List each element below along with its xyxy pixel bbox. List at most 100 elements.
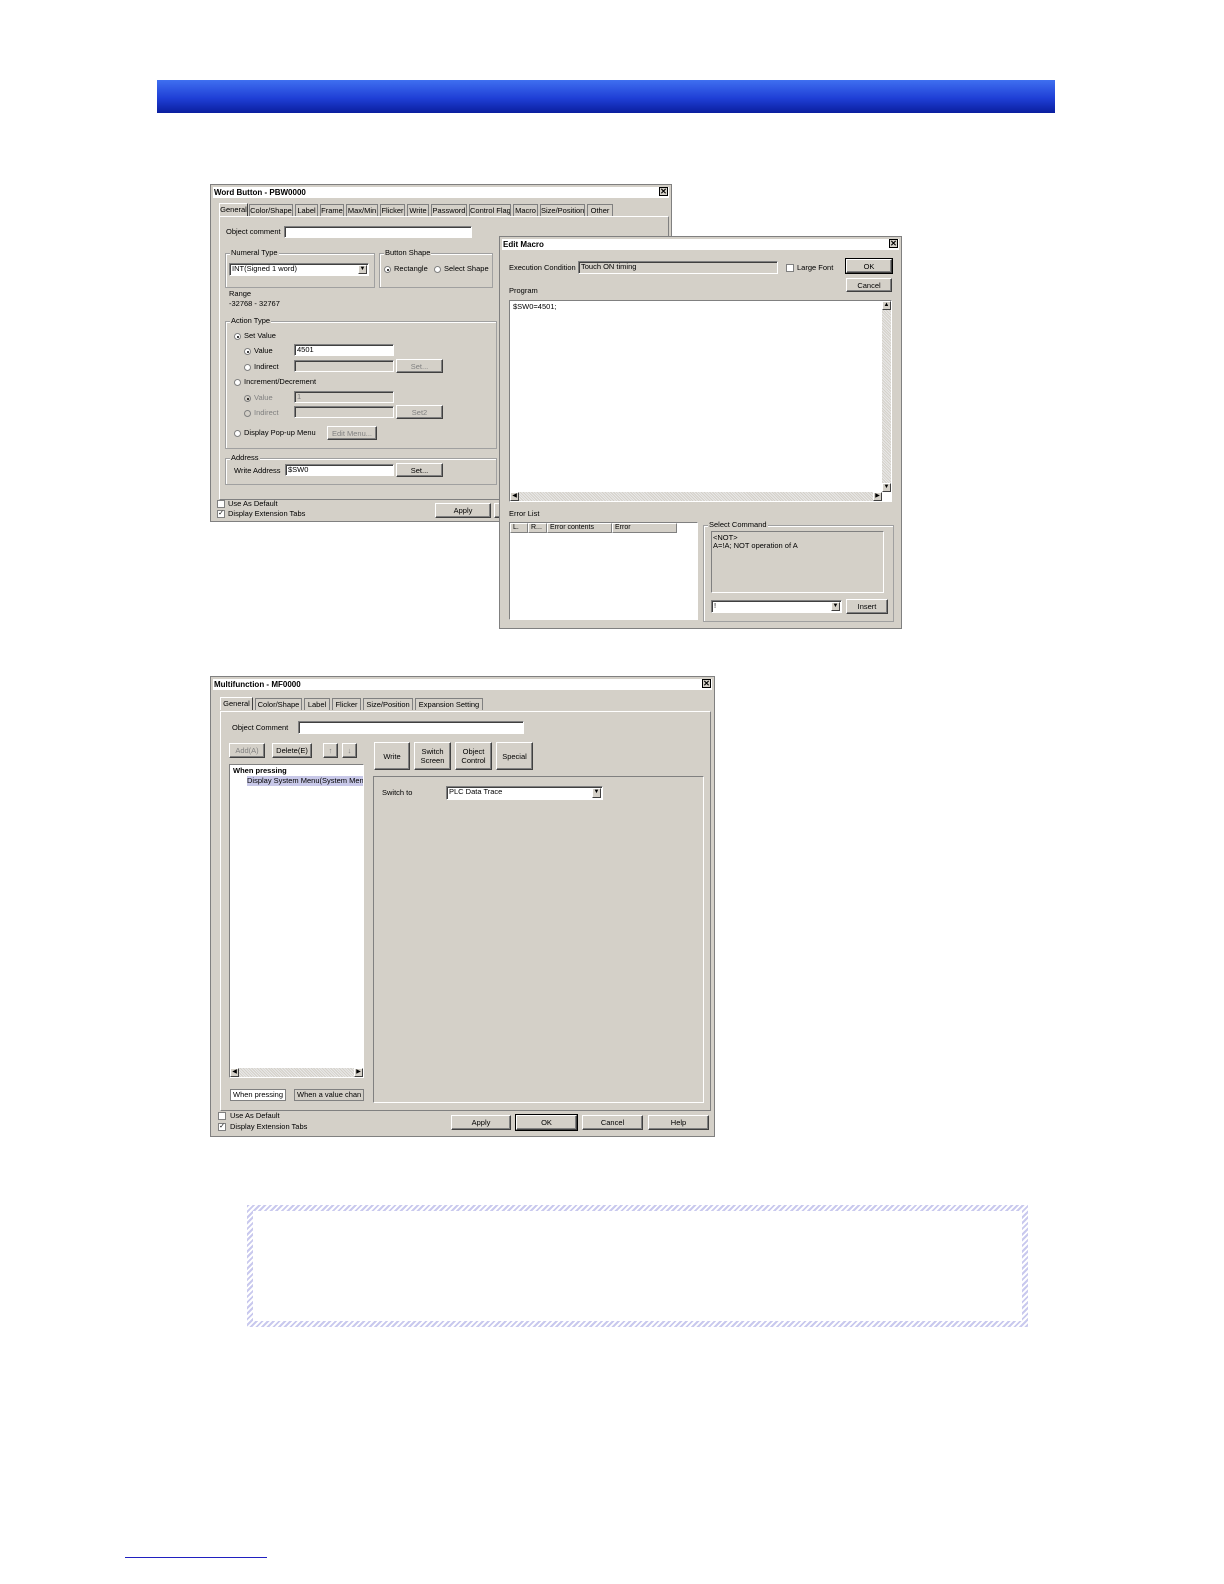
value2-radio[interactable] — [244, 395, 251, 402]
apply-button[interactable]: Apply — [451, 1115, 511, 1130]
exec-cond-label: Execution Condition — [509, 263, 576, 272]
tab-flicker[interactable]: Flicker — [380, 204, 405, 216]
close-icon[interactable]: ✕ — [889, 239, 898, 248]
set2-button[interactable]: Set2 — [396, 405, 443, 419]
object-comment-input[interactable] — [298, 721, 524, 734]
ok-button[interactable]: OK — [845, 258, 893, 274]
bottom-tab-when-value-changes[interactable]: When a value chan — [294, 1089, 364, 1101]
error-list[interactable]: L. R... Error contents Error — [509, 522, 698, 620]
program-vscroll[interactable]: ▲ ▼ — [882, 301, 891, 492]
error-col-line[interactable]: L. — [510, 523, 528, 533]
tab-frame[interactable]: Frame — [320, 204, 344, 216]
note-box-content — [253, 1211, 1022, 1321]
tab-label[interactable]: Label — [295, 204, 318, 216]
switch-to-label: Switch to — [382, 788, 413, 797]
shape-select-radio[interactable] — [434, 266, 441, 273]
switch-screen-button[interactable]: Switch Screen — [414, 742, 451, 770]
object-control-button[interactable]: Object Control — [455, 742, 492, 770]
move-down-button[interactable]: ↓ — [342, 743, 357, 758]
tab-password[interactable]: Password — [431, 204, 467, 216]
chevron-down-icon[interactable]: ▼ — [592, 788, 601, 798]
tab-general[interactable]: General — [219, 203, 248, 216]
tab-size-position[interactable]: Size/Position — [363, 698, 413, 710]
tab-general[interactable]: General — [220, 697, 253, 710]
tab-size-position[interactable]: Size/Position — [540, 204, 585, 216]
indirect2-input[interactable] — [294, 406, 394, 418]
tab-label[interactable]: Label — [304, 698, 330, 710]
use-as-default-checkbox[interactable] — [217, 500, 225, 508]
tab-other[interactable]: Other — [587, 204, 613, 216]
bottom-tab-when-pressing[interactable]: When pressing — [230, 1089, 287, 1101]
scroll-left-icon[interactable]: ◀ — [510, 492, 519, 501]
value-radio[interactable] — [244, 348, 251, 355]
move-up-button[interactable]: ↑ — [323, 743, 338, 758]
shape-rectangle-label: Rectangle — [394, 264, 428, 273]
tab-macro[interactable]: Macro — [513, 204, 538, 216]
indirect-radio[interactable] — [244, 364, 251, 371]
set-value-label: Set Value — [244, 331, 276, 340]
scroll-right-icon[interactable]: ▶ — [873, 492, 882, 501]
object-comment-input[interactable] — [284, 226, 472, 238]
value-input[interactable]: 4501 — [294, 344, 394, 356]
help-button[interactable]: Help — [648, 1115, 709, 1130]
display-popup-label: Display Pop-up Menu — [244, 428, 316, 437]
ok-button[interactable]: OK — [515, 1114, 578, 1131]
action-tree[interactable]: When pressing Display System Menu(System… — [229, 764, 364, 1078]
error-col-error[interactable]: Error — [612, 523, 677, 533]
scroll-right-icon[interactable]: ▶ — [354, 1068, 363, 1077]
indirect-set-button[interactable]: Set... — [396, 359, 443, 373]
indirect-label: Indirect — [254, 362, 279, 371]
scroll-left-icon[interactable]: ◀ — [230, 1068, 239, 1077]
shape-rectangle-radio[interactable] — [384, 266, 391, 273]
scroll-up-icon[interactable]: ▲ — [882, 301, 891, 310]
dialog-title: Edit Macro ✕ — [502, 239, 899, 250]
special-button[interactable]: Special — [496, 742, 533, 770]
command-select[interactable]: ! ▼ — [711, 600, 842, 613]
program-hscroll[interactable]: ◀ ▶ — [510, 492, 882, 501]
edit-menu-button[interactable]: Edit Menu... — [327, 426, 377, 440]
add-button[interactable]: Add(A) — [229, 743, 265, 758]
display-ext-tabs-label: Display Extension Tabs — [230, 1122, 308, 1131]
write-address-set-button[interactable]: Set... — [396, 463, 443, 477]
cancel-button[interactable]: Cancel — [582, 1115, 643, 1130]
chevron-down-icon[interactable]: ▼ — [358, 265, 367, 274]
display-ext-tabs-checkbox[interactable]: ✓ — [218, 1123, 226, 1131]
section-header-bar — [157, 80, 1055, 113]
tab-write[interactable]: Write — [407, 204, 429, 216]
display-ext-tabs-checkbox[interactable]: ✓ — [217, 510, 225, 518]
scroll-down-icon[interactable]: ▼ — [882, 483, 891, 492]
program-editor[interactable]: $SW0=4501; ▲ ▼ ◀ ▶ — [509, 300, 892, 502]
apply-button[interactable]: Apply — [435, 503, 491, 518]
tree-child[interactable]: Display System Menu(System Menu — [247, 776, 363, 786]
write-button[interactable]: Write — [374, 742, 410, 770]
indirect-input[interactable] — [294, 360, 394, 372]
insert-button[interactable]: Insert — [846, 599, 888, 614]
switch-to-select[interactable]: PLC Data Trace ▼ — [446, 786, 603, 800]
chevron-down-icon[interactable]: ▼ — [831, 602, 840, 611]
cancel-button[interactable]: Cancel — [846, 278, 892, 292]
range-value: -32768 - 32767 — [229, 299, 280, 308]
use-as-default-checkbox[interactable] — [218, 1112, 226, 1120]
tab-flicker[interactable]: Flicker — [332, 698, 361, 710]
set-value-radio[interactable] — [234, 333, 241, 340]
tab-color-shape[interactable]: Color/Shape — [249, 204, 293, 216]
indirect2-radio[interactable] — [244, 410, 251, 417]
large-font-checkbox[interactable] — [786, 264, 794, 272]
tree-root[interactable]: When pressing — [233, 766, 287, 776]
error-col-contents[interactable]: Error contents — [547, 523, 612, 533]
value2-label: Value — [254, 393, 273, 402]
tab-control-flag[interactable]: Control Flag — [469, 204, 511, 216]
delete-button[interactable]: Delete(E) — [272, 743, 312, 758]
tab-max-min[interactable]: Max/Min — [346, 204, 378, 216]
close-icon[interactable]: ✕ — [702, 679, 711, 688]
close-icon[interactable]: ✕ — [659, 187, 668, 196]
error-col-row[interactable]: R... — [528, 523, 547, 533]
display-popup-radio[interactable] — [234, 430, 241, 437]
numeral-type-select[interactable]: INT(Signed 1 word) ▼ — [229, 263, 369, 276]
tab-color-shape[interactable]: Color/Shape — [255, 698, 302, 710]
tree-hscroll[interactable]: ◀ ▶ — [230, 1068, 363, 1077]
write-address-input[interactable]: $SW0 — [285, 464, 394, 476]
value2-input[interactable]: 1 — [294, 391, 394, 403]
increment-radio[interactable] — [234, 379, 241, 386]
tab-expansion-setting[interactable]: Expansion Setting — [415, 698, 483, 710]
